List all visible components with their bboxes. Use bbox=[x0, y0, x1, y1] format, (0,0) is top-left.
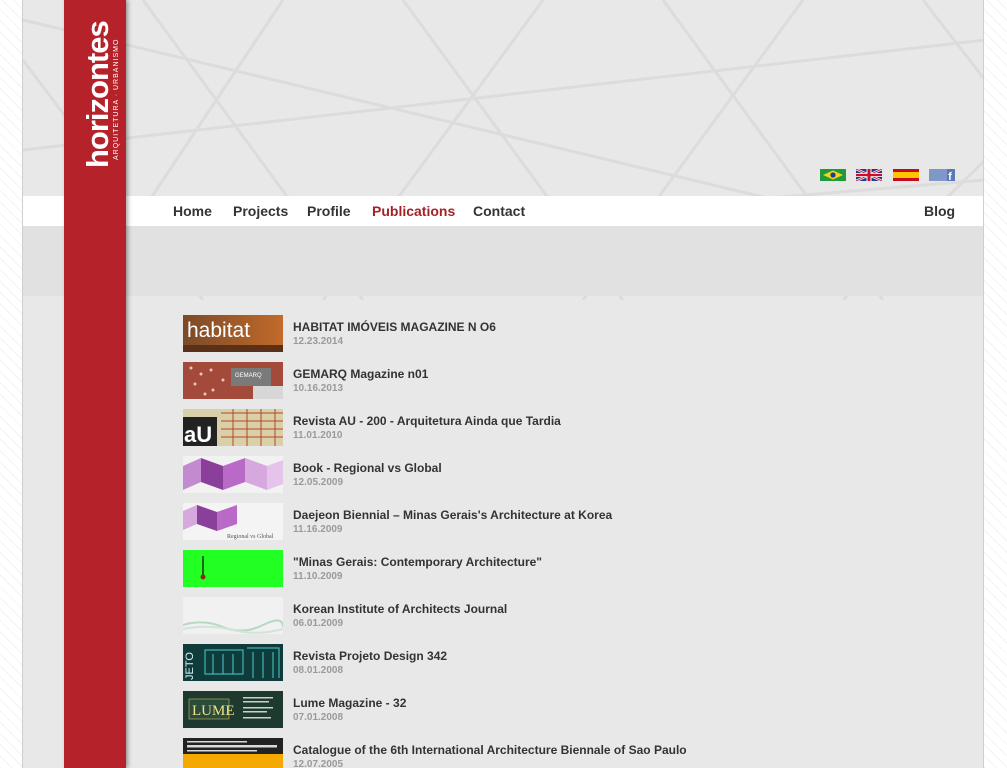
publication-title[interactable]: "Minas Gerais: Contemporary Architecture… bbox=[293, 555, 542, 569]
publication-thumbnail: GEMARQ bbox=[183, 362, 283, 399]
publication-thumbnail bbox=[183, 738, 283, 768]
publications-section: habitat HABITAT IMÓVEIS MAGAZINE N O6 12… bbox=[23, 226, 983, 768]
main-navigation: Home Projects Profile Publications Conta… bbox=[23, 196, 983, 226]
publication-date: 08.01.2008 bbox=[293, 665, 344, 676]
page-frame: horizontes ARQUITETURA · URBANISMO f Hom… bbox=[22, 0, 984, 768]
publication-item[interactable]: Regional vs Global Daejeon Biennial – Mi… bbox=[183, 503, 963, 550]
publication-date: 07.01.2008 bbox=[293, 712, 344, 723]
publication-thumbnail bbox=[183, 456, 283, 493]
publication-title[interactable]: HABITAT IMÓVEIS MAGAZINE N O6 bbox=[293, 320, 496, 334]
thumbnail-caption: Regional vs Global bbox=[227, 534, 274, 540]
nav-profile[interactable]: Profile bbox=[307, 203, 351, 219]
brand-sidebar: horizontes ARQUITETURA · URBANISMO bbox=[64, 0, 126, 768]
facebook-icon[interactable]: f bbox=[929, 169, 955, 181]
spain-flag-icon[interactable] bbox=[893, 169, 919, 181]
nav-publications[interactable]: Publications bbox=[372, 203, 455, 219]
publication-date: 11.16.2009 bbox=[293, 524, 343, 535]
nav-projects[interactable]: Projects bbox=[233, 203, 288, 219]
brazil-flag-icon[interactable] bbox=[820, 169, 846, 181]
publication-item[interactable]: Catalogue of the 6th International Archi… bbox=[183, 738, 963, 768]
publication-thumbnail bbox=[183, 597, 283, 634]
publication-thumbnail: Regional vs Global bbox=[183, 503, 283, 540]
publication-date: 11.10.2009 bbox=[293, 571, 343, 582]
publication-title[interactable]: Revista AU - 200 - Arquitetura Ainda que… bbox=[293, 414, 561, 428]
publication-item[interactable]: LUME Lume Magazine - 32 07.01.2008 bbox=[183, 691, 963, 738]
logo-wordmark: horizontes bbox=[80, 21, 115, 168]
publication-title[interactable]: Revista Projeto Design 342 bbox=[293, 649, 447, 663]
publication-thumbnail bbox=[183, 550, 283, 587]
thumbnail-caption: LUME bbox=[192, 703, 235, 719]
publication-item[interactable]: GEMARQ GEMARQ Magazine n01 10.16.2013 bbox=[183, 362, 963, 409]
publication-title[interactable]: Daejeon Biennial – Minas Gerais's Archit… bbox=[293, 508, 612, 522]
publication-thumbnail: LUME bbox=[183, 691, 283, 728]
publication-item[interactable]: Book - Regional vs Global 12.05.2009 bbox=[183, 456, 963, 503]
nav-home[interactable]: Home bbox=[173, 203, 212, 219]
publication-thumbnail: JETO bbox=[183, 644, 283, 681]
publication-title[interactable]: GEMARQ Magazine n01 bbox=[293, 367, 428, 381]
publication-date: 06.01.2009 bbox=[293, 618, 344, 629]
publication-item[interactable]: "Minas Gerais: Contemporary Architecture… bbox=[183, 550, 963, 597]
thumbnail-caption: GEMARQ bbox=[235, 373, 262, 379]
uk-flag-icon[interactable] bbox=[856, 169, 882, 181]
publication-item[interactable]: Korean Institute of Architects Journal 0… bbox=[183, 597, 963, 644]
publication-title[interactable]: Lume Magazine - 32 bbox=[293, 696, 406, 710]
publication-title[interactable]: Catalogue of the 6th International Archi… bbox=[293, 743, 687, 757]
publication-date: 10.16.2013 bbox=[293, 383, 344, 394]
publication-item[interactable]: habitat HABITAT IMÓVEIS MAGAZINE N O6 12… bbox=[183, 315, 963, 362]
logo[interactable]: horizontes ARQUITETURA · URBANISMO bbox=[76, 10, 120, 170]
thumbnail-caption: JETO bbox=[184, 652, 196, 680]
logo-tagline: ARQUITETURA · URBANISMO bbox=[113, 39, 120, 160]
publication-item[interactable]: JETO Revista Projeto Design 342 08.01.20… bbox=[183, 644, 963, 691]
content-header-band bbox=[23, 226, 983, 296]
publication-thumbnail: aU bbox=[183, 409, 283, 446]
svg-text:f: f bbox=[948, 171, 952, 181]
publication-title[interactable]: Korean Institute of Architects Journal bbox=[293, 602, 507, 616]
publication-title[interactable]: Book - Regional vs Global bbox=[293, 461, 442, 475]
publication-date: 11.01.2010 bbox=[293, 430, 343, 441]
thumbnail-caption: aU bbox=[184, 422, 212, 446]
nav-blog[interactable]: Blog bbox=[924, 203, 955, 219]
publication-date: 12.23.2014 bbox=[293, 336, 344, 347]
publication-list: habitat HABITAT IMÓVEIS MAGAZINE N O6 12… bbox=[183, 315, 963, 768]
publication-thumbnail: habitat bbox=[183, 315, 283, 352]
publication-date: 12.05.2009 bbox=[293, 477, 344, 488]
publication-item[interactable]: aU Revista AU - 200 - Arquitetura Ainda … bbox=[183, 409, 963, 456]
publication-date: 12.07.2005 bbox=[293, 759, 344, 768]
nav-contact[interactable]: Contact bbox=[473, 203, 525, 219]
thumbnail-caption: habitat bbox=[187, 319, 250, 342]
